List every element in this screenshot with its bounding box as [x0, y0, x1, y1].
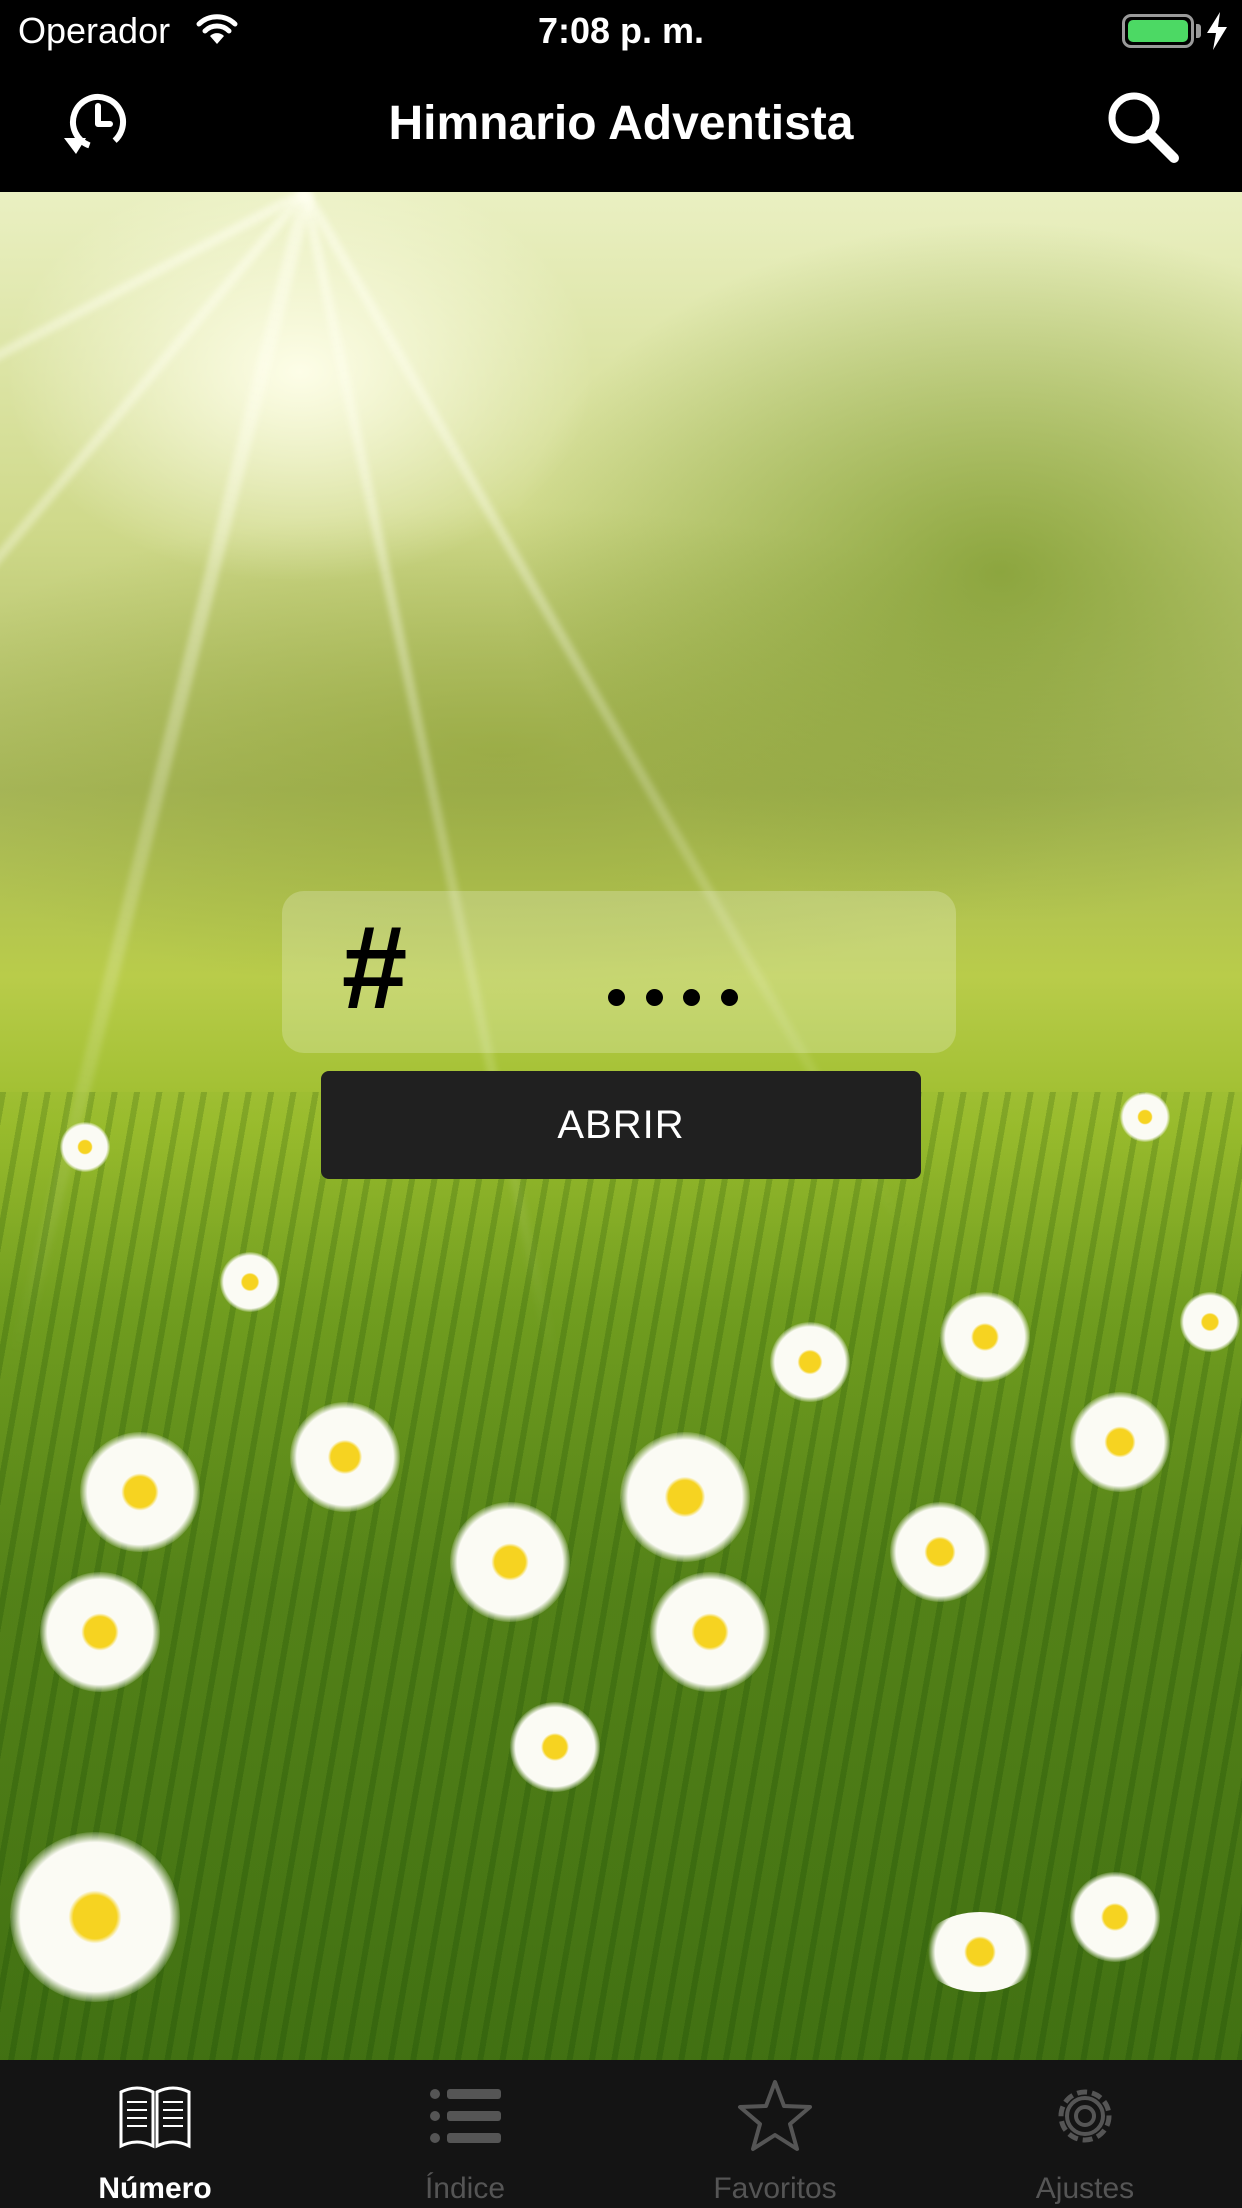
flower: [290, 1402, 400, 1512]
page-title: Himnario Adventista: [388, 97, 854, 150]
flower: [890, 1502, 990, 1602]
tab-bar: Número Índice Favoritos Ajustes: [0, 2060, 1242, 2208]
tab-label: Favoritos: [713, 2172, 837, 2205]
open-button[interactable]: ABRIR: [321, 1071, 921, 1179]
star-icon: [738, 2080, 812, 2151]
flower: [1120, 1092, 1170, 1142]
status-time: 7:08 p. m.: [537, 10, 705, 51]
search-icon[interactable]: [1104, 88, 1184, 168]
flower: [10, 1832, 180, 2002]
flower: [1070, 1392, 1170, 1492]
tab-numero[interactable]: Número: [0, 2060, 310, 2208]
hymn-number-input[interactable]: #: [282, 891, 956, 1053]
tab-favoritos[interactable]: Favoritos: [620, 2060, 930, 2208]
battery-tip: [1196, 24, 1201, 38]
hash-symbol: #: [340, 902, 406, 1034]
flower: [450, 1502, 570, 1622]
list-icon: [430, 2089, 501, 2143]
navigation-bar: Himnario Adventista: [0, 66, 1242, 192]
flower: [80, 1432, 200, 1552]
battery-icon: [1122, 14, 1194, 48]
tab-ajustes[interactable]: Ajustes: [930, 2060, 1240, 2208]
gear-icon: [1058, 2089, 1112, 2143]
flower: [770, 1322, 850, 1402]
flower: [40, 1572, 160, 1692]
number-placeholder-dots: [608, 989, 738, 1009]
grass-texture: [0, 1092, 1242, 2060]
flower: [60, 1122, 110, 1172]
tab-label: Índice: [424, 2172, 506, 2205]
flower: [920, 1912, 1040, 1992]
tab-indice[interactable]: Índice: [310, 2060, 620, 2208]
book-icon: [119, 2086, 191, 2149]
flower: [650, 1572, 770, 1692]
status-bar: Operador 7:08 p. m.: [0, 0, 1242, 66]
flower: [940, 1292, 1030, 1382]
sun-ray: [0, 192, 308, 760]
flower: [510, 1702, 600, 1792]
flower: [1070, 1872, 1160, 1962]
flower: [620, 1432, 750, 1562]
flower: [1180, 1292, 1240, 1352]
tab-label: Ajustes: [1035, 2172, 1135, 2205]
charging-bolt-icon: [1207, 12, 1227, 50]
flower: [220, 1252, 280, 1312]
tab-label: Número: [98, 2172, 212, 2205]
